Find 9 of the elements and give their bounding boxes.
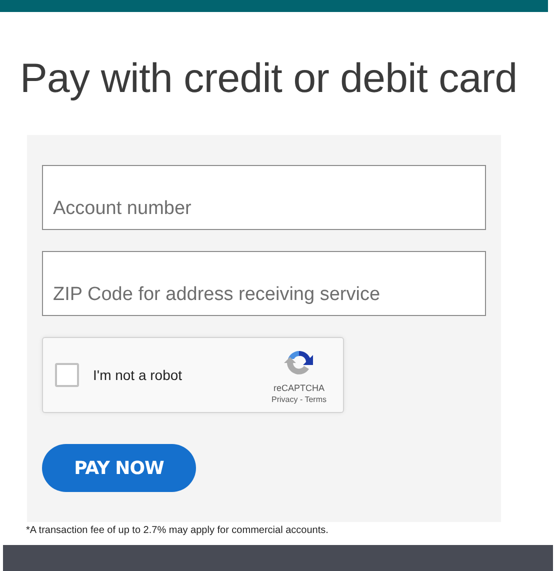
pay-now-button[interactable]: PAY NOW	[42, 444, 196, 492]
privacy-terms-links[interactable]: Privacy - Terms	[272, 394, 326, 404]
input-field[interactable]: ZIP Code for address receiving service	[42, 251, 486, 316]
input-field[interactable]: Account number	[42, 165, 486, 230]
page-title: Pay with credit or debit card	[20, 54, 518, 102]
captcha-checkbox[interactable]	[55, 363, 79, 387]
footnote: *A transaction fee of up to 2.7% may apply for commercial accounts.	[26, 525, 330, 536]
captcha-label: I'm not a robot	[93, 367, 184, 383]
recaptcha-brand: reCAPTCHA	[273, 382, 324, 392]
